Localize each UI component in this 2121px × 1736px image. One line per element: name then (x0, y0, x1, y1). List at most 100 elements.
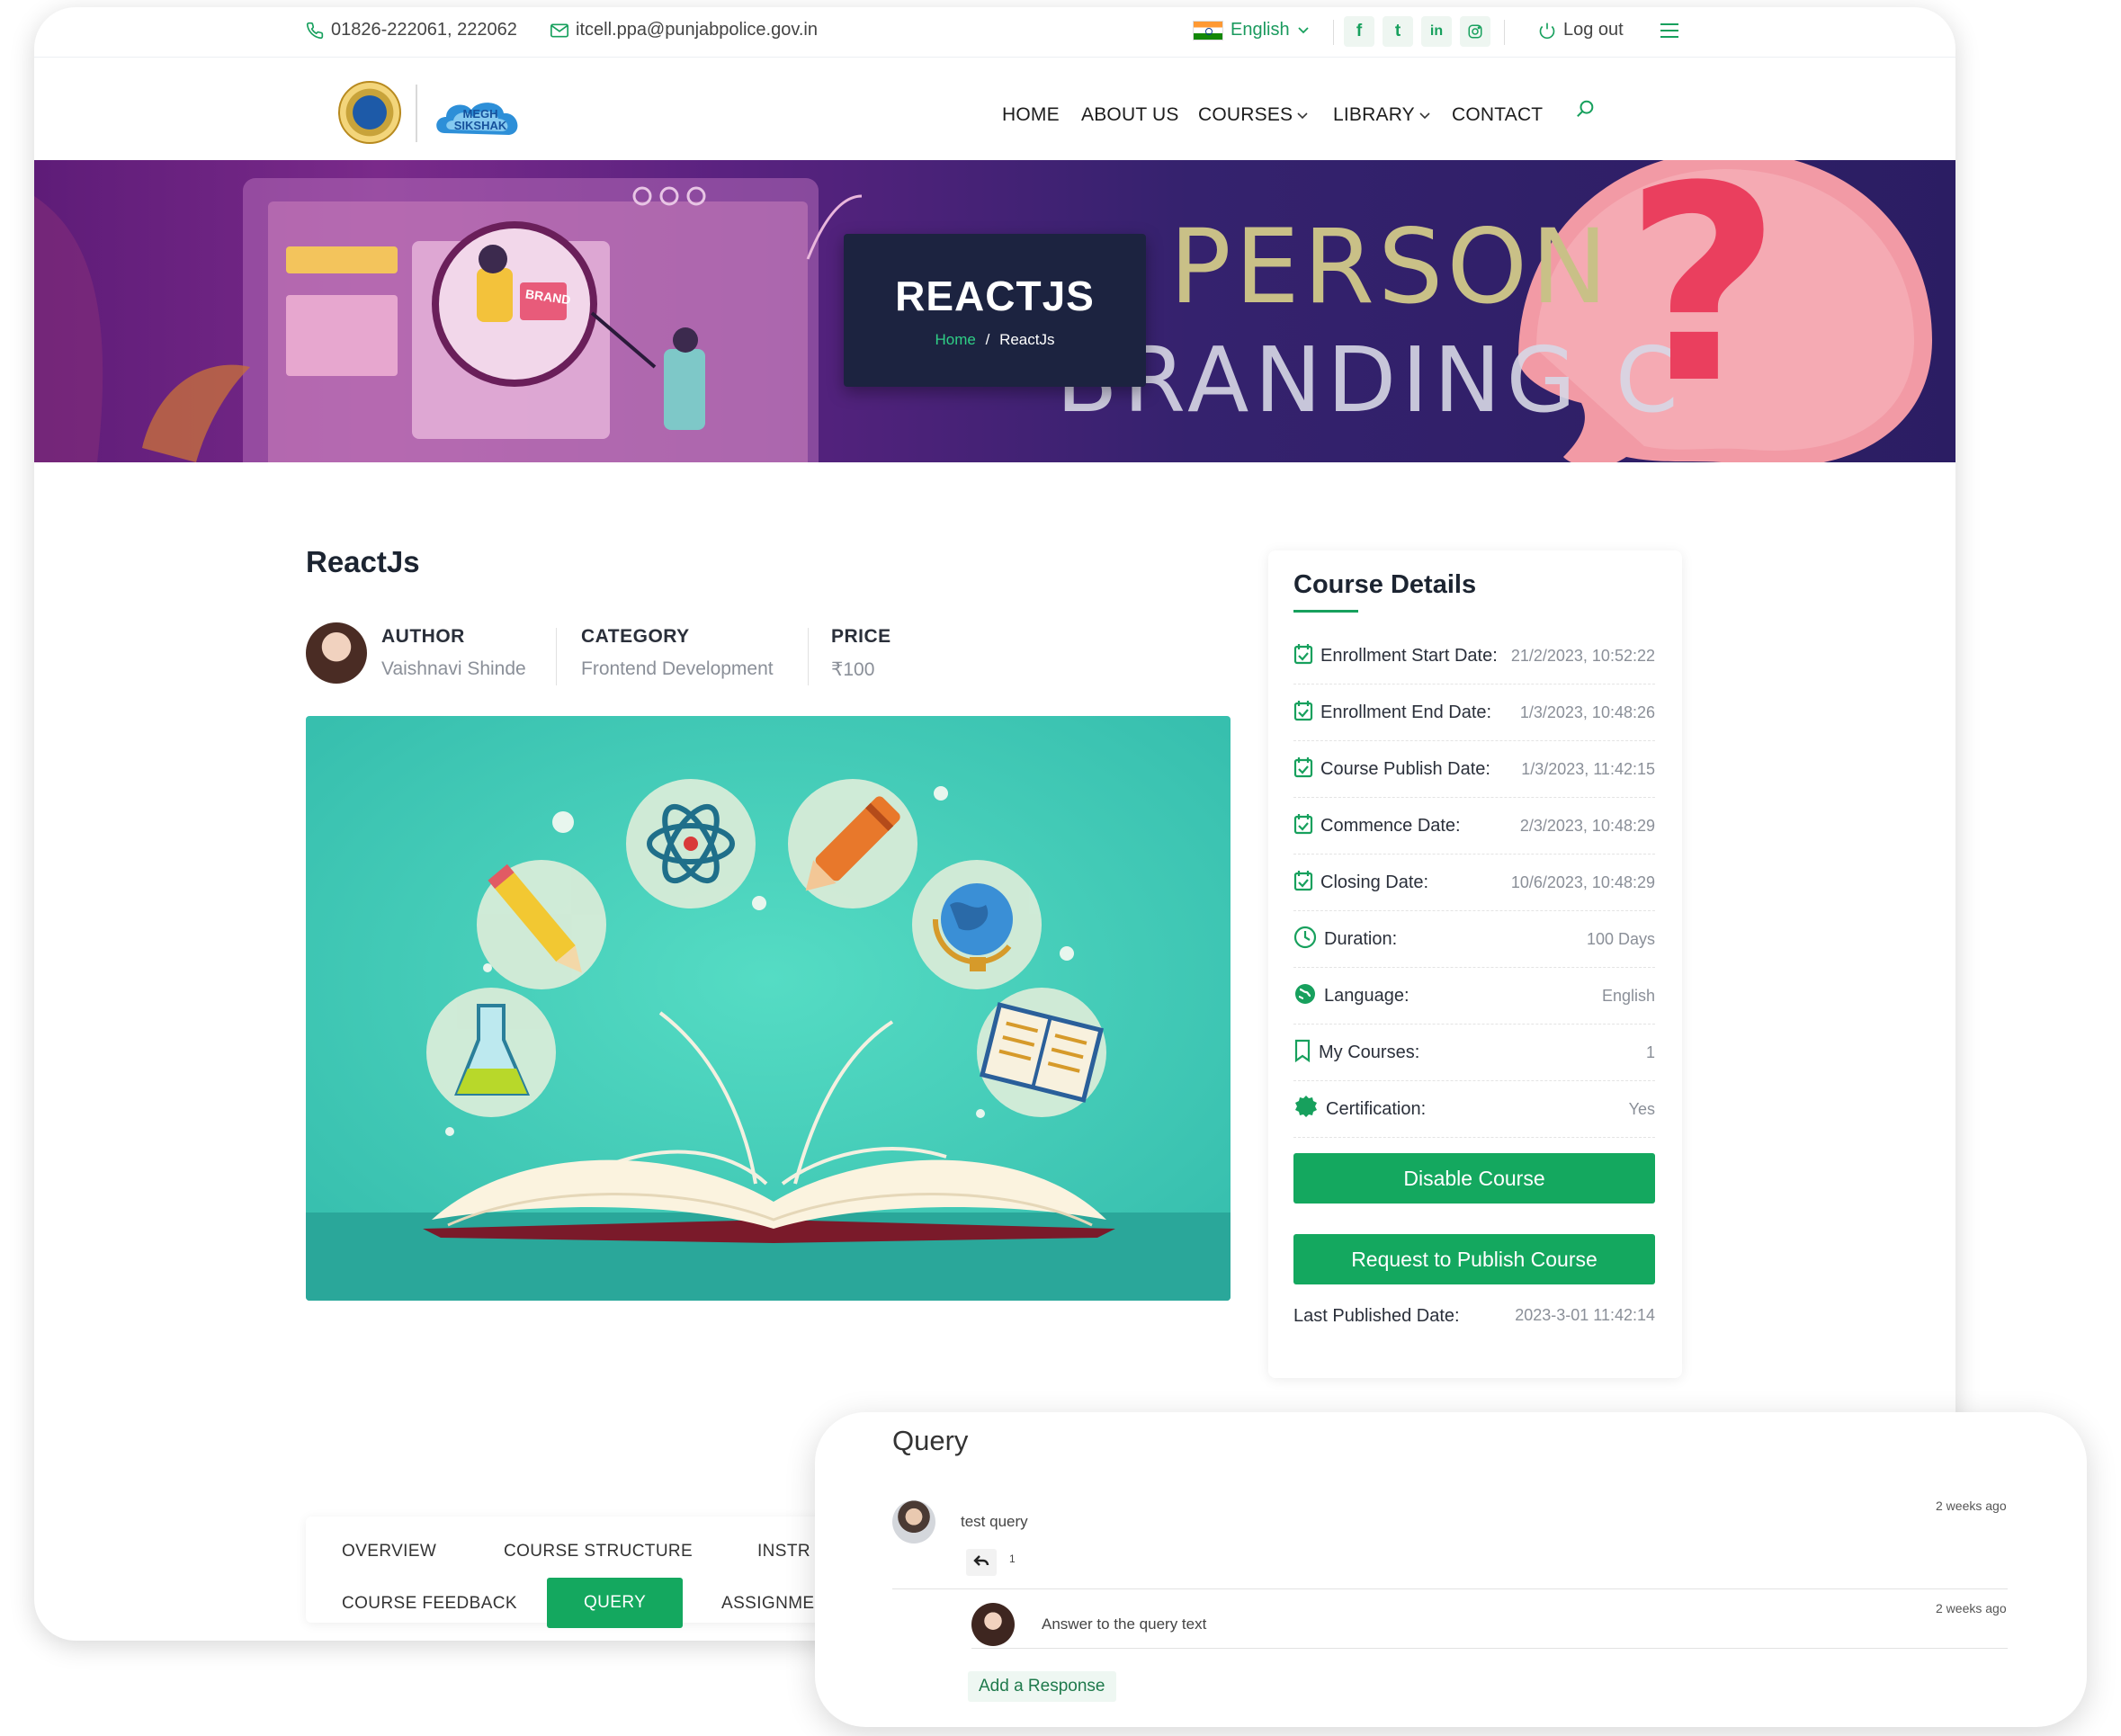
bookmark-icon (1293, 1039, 1311, 1067)
last-published-value: 2023-3-01 11:42:14 (1515, 1306, 1655, 1324)
tab-course-feedback[interactable]: COURSE FEEDBACK (342, 1594, 517, 1614)
category-value: Frontend Development (581, 658, 774, 679)
language-label: English (1231, 20, 1290, 40)
clock-icon (1293, 926, 1317, 953)
top-bar: 01826-222061, 222062 itcell.ppa@punjabpo… (34, 7, 1955, 58)
answer-text: Answer to the query text (1042, 1615, 1207, 1633)
nav-about-us[interactable]: ABOUT US (1081, 104, 1179, 126)
course-title: ReactJs (306, 545, 420, 578)
detail-commence-date: Commence Date: 2/3/2023, 10:48:29 (1293, 798, 1655, 855)
question-mark-icon: ? (1624, 160, 1782, 443)
nav-courses[interactable]: COURSES (1198, 104, 1309, 126)
title-underline (1293, 610, 1358, 613)
globe-icon (1293, 982, 1317, 1010)
course-page: 01826-222061, 222062 itcell.ppa@punjabpo… (34, 7, 1955, 1641)
author-reply-avatar (971, 1603, 1015, 1646)
add-response-button[interactable]: Add a Response (968, 1671, 1116, 1702)
linkedin-icon[interactable]: in (1421, 16, 1452, 47)
mail-icon (550, 23, 568, 38)
detail-duration: Duration: 100 Days (1293, 911, 1655, 968)
twitter-icon[interactable]: t (1383, 16, 1413, 47)
answer-divider (971, 1648, 2008, 1649)
logout-icon (1538, 22, 1556, 40)
tab-overview[interactable]: OVERVIEW (342, 1542, 436, 1562)
price-label: PRICE (831, 626, 891, 647)
badge-icon (1293, 1095, 1319, 1124)
meta-divider (808, 628, 809, 685)
query-title: Query (892, 1425, 969, 1456)
detail-language: Language: English (1293, 968, 1655, 1025)
breadcrumb-separator: / (985, 331, 990, 348)
topbar-divider (1333, 20, 1334, 45)
logout-label: Log out (1563, 20, 1624, 40)
page-title: REACTJS (895, 273, 1095, 319)
breadcrumb: Home / ReactJs (844, 331, 1146, 349)
logo-text: MEGH SIKSHAK (453, 107, 507, 132)
last-published-row: Last Published Date: 2023-3-01 11:42:14 (1293, 1306, 1655, 1327)
answer-timestamp: 2 weeks ago (1936, 1601, 2007, 1615)
query-panel: Query test query 2 weeks ago 1 Answer to… (815, 1412, 2087, 1727)
police-academy-emblem[interactable] (338, 81, 401, 144)
email-contact[interactable]: itcell.ppa@punjabpolice.gov.in (550, 20, 818, 40)
reply-button[interactable] (966, 1549, 997, 1576)
calendar-icon (1293, 756, 1313, 783)
query-divider (892, 1588, 2008, 1589)
details-title: Course Details (1293, 570, 1477, 599)
chevron-down-icon (1418, 104, 1431, 126)
course-details-card: Course Details Enrollment Start Date: 21… (1268, 550, 1682, 1378)
instagram-icon[interactable] (1460, 16, 1490, 47)
category-label: CATEGORY (581, 626, 690, 647)
facebook-icon[interactable]: f (1344, 16, 1374, 47)
search-icon[interactable] (1576, 99, 1596, 123)
phone-text: 01826-222061, 222062 (331, 20, 517, 40)
page-banner: PERSON BRANDING C BRAND ? REACTJS Home /… (34, 160, 1955, 462)
nav-home[interactable]: HOME (1002, 104, 1060, 126)
menu-icon[interactable] (1659, 22, 1680, 40)
author-label: AUTHOR (381, 626, 465, 647)
breadcrumb-home[interactable]: Home (935, 331, 976, 348)
logo-divider (416, 85, 417, 142)
site-header: MEGH SIKSHAK HOME ABOUT US COURSES LIBRA… (34, 58, 1955, 167)
author-avatar (306, 622, 367, 684)
query-timestamp: 2 weeks ago (1936, 1499, 2007, 1513)
course-cover-image (306, 716, 1231, 1301)
calendar-icon (1293, 700, 1313, 726)
email-text: itcell.ppa@punjabpolice.gov.in (576, 20, 818, 40)
detail-enrollment-start: Enrollment Start Date: 21/2/2023, 10:52:… (1293, 628, 1655, 685)
banner-title-box: REACTJS Home / ReactJs (844, 234, 1146, 387)
megh-sikshak-logo[interactable]: MEGH SIKSHAK (432, 94, 525, 144)
stage: 01826-222061, 222062 itcell.ppa@punjabpo… (0, 0, 2121, 1736)
banner-background-word: PERSON (1169, 207, 1612, 327)
language-selector[interactable]: English (1193, 20, 1310, 40)
calendar-icon (1293, 870, 1313, 896)
meta-divider (556, 628, 557, 685)
phone-icon (306, 22, 324, 40)
nav-library[interactable]: LIBRARY (1333, 104, 1431, 126)
tab-query[interactable]: QUERY (547, 1578, 684, 1628)
reply-count: 1 (1009, 1553, 1016, 1565)
request-publish-button[interactable]: Request to Publish Course (1293, 1234, 1655, 1284)
tab-course-structure[interactable]: COURSE STRUCTURE (504, 1542, 693, 1562)
user-avatar (892, 1500, 935, 1544)
phone-contact: 01826-222061, 222062 (306, 20, 517, 40)
breadcrumb-current: ReactJs (999, 331, 1055, 348)
detail-my-courses: My Courses: 1 (1293, 1025, 1655, 1081)
author-name: Vaishnavi Shinde (381, 658, 526, 679)
detail-certification: Certification: Yes (1293, 1081, 1655, 1138)
logout-link[interactable]: Log out (1538, 20, 1624, 40)
course-tabs: OVERVIEW COURSE STRUCTURE INSTR COURSE F… (306, 1517, 864, 1628)
banner-background-word: BRANDING C (1056, 327, 1684, 433)
price-value: ₹100 (831, 659, 875, 680)
detail-closing-date: Closing Date: 10/6/2023, 10:48:29 (1293, 855, 1655, 911)
topbar-divider (1504, 20, 1505, 45)
nav-contact[interactable]: CONTACT (1452, 104, 1543, 126)
detail-enrollment-end: Enrollment End Date: 1/3/2023, 10:48:26 (1293, 685, 1655, 741)
chevron-down-icon (1296, 104, 1309, 126)
tab-instructor[interactable]: INSTR (757, 1542, 810, 1562)
last-published-label: Last Published Date: (1293, 1306, 1460, 1326)
detail-publish-date: Course Publish Date: 1/3/2023, 11:42:15 (1293, 741, 1655, 798)
disable-course-button[interactable]: Disable Course (1293, 1153, 1655, 1204)
reply-icon (973, 1554, 989, 1571)
tab-assignment[interactable]: ASSIGNMEN (721, 1594, 828, 1614)
calendar-icon (1293, 643, 1313, 669)
